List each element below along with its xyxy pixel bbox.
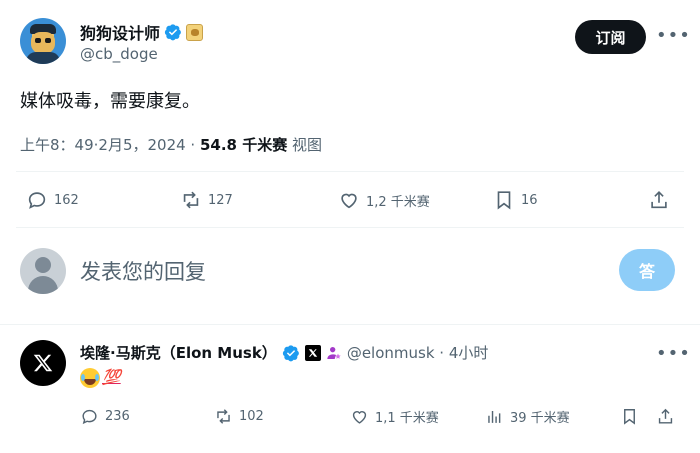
heart-icon xyxy=(352,411,367,424)
bookmark-count: 16 xyxy=(521,192,538,208)
author-avatar[interactable] xyxy=(20,18,66,64)
reply-repost-action[interactable]: 102 xyxy=(214,407,264,426)
x-affiliate-icon xyxy=(304,344,321,361)
repost-count: 127 xyxy=(208,192,233,208)
like-action[interactable]: 1,2 千米赛 xyxy=(338,189,430,211)
x-logo-icon xyxy=(33,354,53,372)
person-star-icon xyxy=(327,346,341,359)
repost-icon xyxy=(183,191,199,209)
reply-icon xyxy=(82,409,97,425)
reply-text: 💯 xyxy=(80,368,121,388)
tweet-text: 媒体吸毒，需要康复。 xyxy=(20,91,200,112)
reply-author-avatar[interactable] xyxy=(20,340,66,386)
views-label: 视图 xyxy=(287,136,322,154)
verified-badge-icon xyxy=(164,24,181,41)
reply-reply-count: 236 xyxy=(105,409,130,424)
reply-count: 162 xyxy=(54,192,79,208)
tears-of-joy-emoji-icon xyxy=(80,368,100,388)
reply-views-action[interactable]: 39 千米赛 xyxy=(485,407,570,426)
hundred-points-emoji: 💯 xyxy=(102,368,121,386)
reply-icon xyxy=(28,192,46,209)
views-count: 54.8 千米赛 xyxy=(199,136,288,154)
user-avatar[interactable] xyxy=(20,248,66,294)
tweet-timestamp[interactable]: 上午8：49·2月5，2024 · xyxy=(20,136,200,154)
reply-reply-action[interactable]: 236 xyxy=(80,407,130,426)
share-action[interactable] xyxy=(648,189,670,211)
reply-repost-count: 102 xyxy=(239,409,264,424)
bookmark-action[interactable]: 16 xyxy=(493,189,538,211)
reply-button[interactable]: 答 xyxy=(619,249,675,291)
reply-author-name[interactable]: 埃隆·马斯克（Elon Musk） xyxy=(80,342,277,363)
author-name-row[interactable]: 狗狗设计师 xyxy=(80,20,204,44)
more-options-icon[interactable]: ••• xyxy=(656,27,691,45)
repost-icon xyxy=(217,409,230,424)
verified-badge-icon xyxy=(282,344,299,361)
divider xyxy=(16,171,684,172)
bookmark-icon xyxy=(497,191,511,210)
author-handle[interactable]: @cb_doge xyxy=(80,45,158,63)
reply-like-action[interactable]: 1,1 千米赛 xyxy=(350,407,439,426)
reply-more-options-icon[interactable]: ••• xyxy=(656,345,691,363)
like-count: 1,2 千米赛 xyxy=(366,194,430,210)
reply-like-count: 1,1 千米赛 xyxy=(375,411,439,426)
analytics-icon xyxy=(488,410,501,423)
subscribe-button[interactable]: 订阅 xyxy=(575,20,646,54)
share-icon xyxy=(658,408,673,424)
reply-author-row: 埃隆·马斯克（Elon Musk） @elonmusk · 4小时 xyxy=(80,342,488,363)
author-name[interactable]: 狗狗设计师 xyxy=(80,20,160,44)
tweet-meta: 上午8：49·2月5，2024 · 54.8 千米赛 视图 xyxy=(20,134,322,155)
reply-input[interactable]: 发表您的回复 xyxy=(80,256,206,286)
reply-action[interactable]: 162 xyxy=(26,189,79,211)
reply-share-action[interactable] xyxy=(656,407,675,426)
heart-icon xyxy=(341,193,357,209)
bookmark-icon xyxy=(624,409,635,425)
reply-views-count: 39 千米赛 xyxy=(510,411,570,426)
section-divider xyxy=(0,324,700,325)
divider xyxy=(16,227,684,228)
share-icon xyxy=(651,191,667,209)
affiliate-badge-icon xyxy=(186,23,204,41)
reply-bookmark-action[interactable] xyxy=(620,407,639,426)
repost-action[interactable]: 127 xyxy=(180,189,233,211)
reply-author-handle[interactable]: @elonmusk · 4小时 xyxy=(347,342,489,363)
